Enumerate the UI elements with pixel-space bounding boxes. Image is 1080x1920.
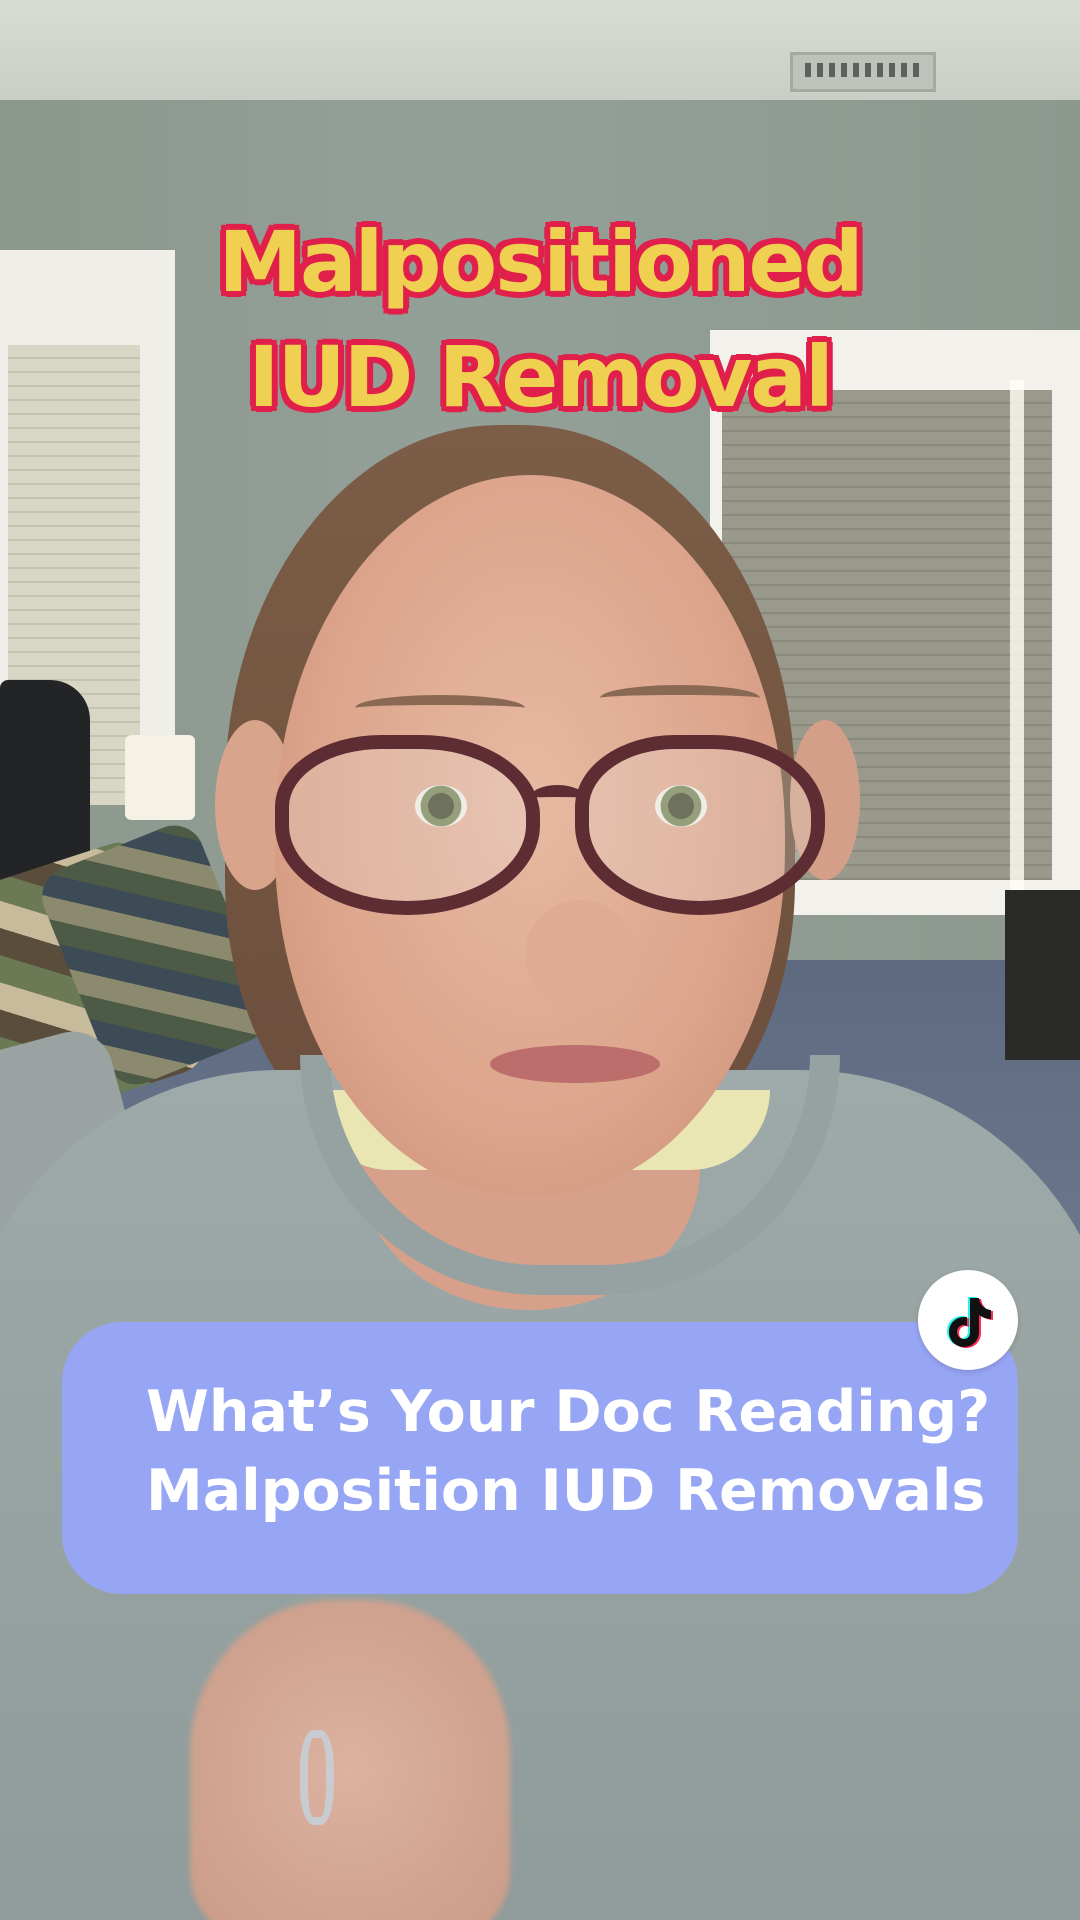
- raised-hand: [190, 1600, 510, 1920]
- ring: [300, 1730, 334, 1825]
- dresser: [1005, 890, 1080, 1060]
- glasses-lens: [575, 735, 825, 915]
- window-light: [1010, 380, 1024, 890]
- glasses-lens: [275, 735, 540, 915]
- caption-line-1: What’s Your Doc Reading?: [146, 1379, 991, 1445]
- bed-headboard: [0, 680, 90, 880]
- eyebrow: [600, 685, 760, 711]
- nose: [525, 900, 635, 1010]
- video-frame: Malpositioned IUD Removal What’s Your Do…: [0, 0, 1080, 1920]
- caption-card: What’s Your Doc Reading? Malposition IUD…: [62, 1322, 1018, 1594]
- tiktok-logo-icon: [947, 1297, 993, 1348]
- eyeglasses: [275, 735, 845, 920]
- caption-line-2: Malposition IUD Removals: [146, 1458, 986, 1524]
- overlay-title-line-1: Malpositioned: [216, 213, 866, 311]
- bedside-lamp: [125, 735, 195, 820]
- tiktok-badge[interactable]: [918, 1270, 1018, 1370]
- mouth: [490, 1045, 660, 1083]
- eyebrow: [355, 695, 525, 721]
- air-vent: [790, 52, 936, 92]
- overlay-title-line-2: IUD Removal: [246, 328, 837, 426]
